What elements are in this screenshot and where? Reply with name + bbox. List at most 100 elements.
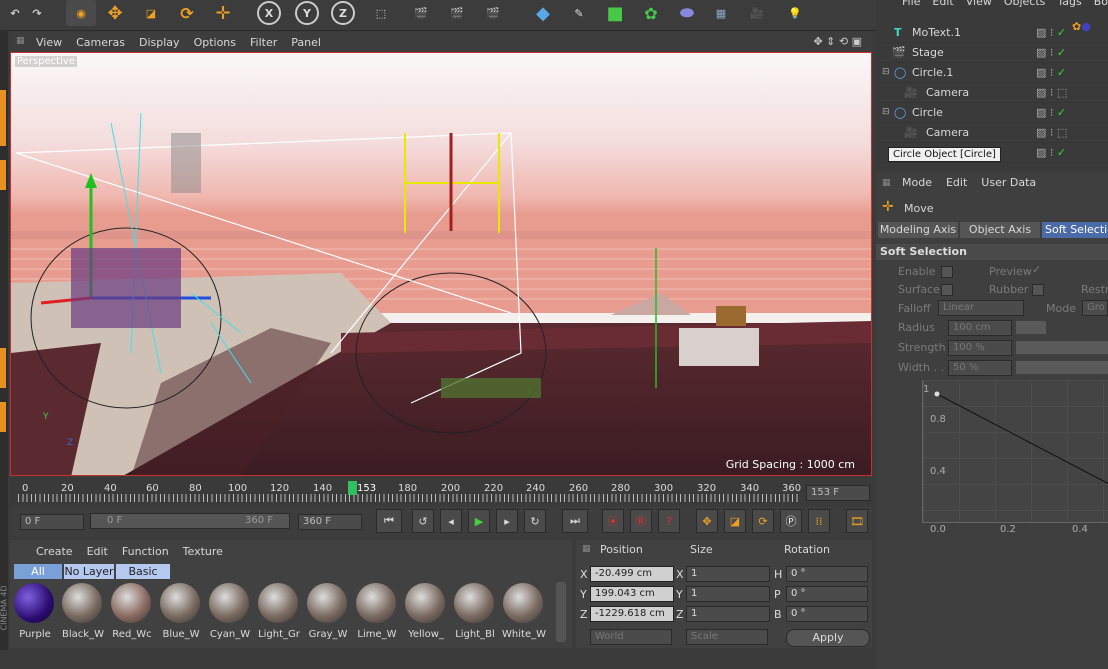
falloff-dropdown[interactable]: Linear [938, 300, 1024, 316]
object-menu-bookmarks[interactable]: Bo [1094, 0, 1108, 9]
key-position-icon[interactable]: ✥ [696, 509, 718, 533]
preview-checkbox[interactable]: ✓ [1032, 263, 1041, 276]
key-scale-icon[interactable]: ◪ [724, 509, 746, 533]
material-menu-texture[interactable]: Texture [183, 545, 223, 558]
visibility-dots[interactable]: ▨ ⁝ ⬚ [1036, 126, 1067, 139]
y-axis-lock[interactable]: Y [292, 0, 322, 26]
redo-icon[interactable]: ↷ [22, 0, 52, 26]
viewport-menu-options[interactable]: Options [194, 36, 236, 49]
spline-pen-icon[interactable]: ✎ [564, 0, 594, 26]
x-axis-lock[interactable]: X [254, 0, 284, 26]
radius-field[interactable]: 100 cm [948, 320, 1012, 336]
size-x-field[interactable]: 1 [686, 566, 770, 582]
viewport-3d[interactable]: Y Z Perspective Grid Spacing : 1000 cm [10, 52, 872, 476]
viewport-menu-display[interactable]: Display [139, 36, 180, 49]
visibility-dots[interactable]: ▨ ⁝ ✓ [1036, 146, 1066, 159]
render-settings-icon[interactable]: 🎬 [478, 0, 508, 26]
filter-tab-basic[interactable]: Basic [116, 564, 170, 579]
subdivision-icon[interactable]: ■ [600, 0, 630, 26]
material-swatch[interactable]: Light_Bl [452, 583, 496, 641]
material-swatch[interactable]: Lime_W [354, 583, 398, 641]
visibility-dots[interactable]: ▨ ⁝ ✓ [1036, 46, 1066, 59]
render-view-icon[interactable]: 🎬 [406, 0, 436, 26]
object-row[interactable]: 🎬 Stage ▨ ⁝ ✓ [880, 42, 1108, 63]
object-row[interactable]: 🎥 Camera ▨ ⁝ ⬚ [880, 82, 1108, 103]
key-rotation-icon[interactable]: ⟳ [752, 509, 774, 533]
visibility-dots[interactable]: ▨ ⁝ ✓ [1036, 26, 1066, 39]
object-menu-tags[interactable]: Tags [1057, 0, 1081, 9]
visibility-dots[interactable]: ▨ ⁝ ✓ [1036, 106, 1066, 119]
filter-tab-all[interactable]: All [14, 564, 62, 579]
material-menu-create[interactable]: Create [36, 545, 73, 558]
play-icon[interactable]: ▶ [468, 509, 490, 533]
rot-b-field[interactable]: 0 ° [786, 606, 868, 622]
move-tool-icon[interactable]: ✥ [100, 0, 130, 26]
pos-z-field[interactable]: -1229.618 cm [590, 606, 674, 622]
object-row[interactable]: ⊟ ◯ Circle.1 ▨ ⁝ ✓ [880, 62, 1108, 83]
prev-frame-icon[interactable]: ◂ [440, 509, 462, 533]
coordinate-mode-dropdown[interactable]: Scale [686, 629, 768, 645]
palette-tab[interactable] [0, 90, 6, 146]
surface-checkbox[interactable] [941, 284, 953, 296]
palette-tab[interactable] [0, 348, 6, 388]
visibility-dots[interactable]: ▨ ⁝ ⬚ [1036, 86, 1067, 99]
viewport-menu-cameras[interactable]: Cameras [76, 36, 125, 49]
prev-key-icon[interactable]: ↺ [412, 509, 434, 533]
next-frame-icon[interactable]: ▸ [496, 509, 518, 533]
mode-dropdown[interactable]: Gro [1082, 300, 1108, 316]
rot-p-field[interactable]: 0 ° [786, 586, 868, 602]
camera-icon[interactable]: 🎥 [742, 0, 772, 26]
viewport-menu-filter[interactable]: Filter [250, 36, 277, 49]
viewport-menu-view[interactable]: View [36, 36, 62, 49]
viewport-menu-panel[interactable]: Panel [291, 36, 321, 49]
timeline-track[interactable] [18, 494, 800, 502]
material-swatch[interactable]: Red_Wc [109, 583, 153, 641]
falloff-graph[interactable] [922, 380, 1108, 523]
material-swatch[interactable]: Light_Gr [256, 583, 300, 641]
current-frame-field[interactable]: 153 F [806, 485, 870, 501]
rotate-tool-icon[interactable]: ⟳ [172, 0, 202, 26]
width-field[interactable]: 50 % [948, 360, 1012, 376]
object-menu-file[interactable]: File [902, 0, 920, 9]
render-picture-viewer-icon[interactable]: 🎬 [442, 0, 472, 26]
object-menu-edit[interactable]: Edit [932, 0, 953, 9]
tab-object-axis[interactable]: Object Axis [960, 222, 1040, 238]
deformer-icon[interactable]: ⬬ [672, 0, 702, 26]
keyframe-selection-icon[interactable]: ? [658, 509, 680, 533]
material-menu-function[interactable]: Function [122, 545, 169, 558]
material-swatch[interactable]: Blue_W [158, 583, 202, 641]
palette-tab[interactable] [0, 160, 6, 190]
radius-slider[interactable] [1016, 321, 1046, 334]
visibility-dots[interactable]: ▨ ⁝ ✓ [1036, 66, 1066, 79]
autokey-icon[interactable]: Ⓡ [630, 509, 652, 533]
object-row[interactable]: 🎥 Camera ▨ ⁝ ⬚ [880, 122, 1108, 143]
tab-modeling-axis[interactable]: Modeling Axis [878, 222, 958, 238]
strength-field[interactable]: 100 % [948, 340, 1012, 356]
light-icon[interactable]: 💡 [780, 0, 810, 26]
attribute-menu-mode[interactable]: Mode [902, 176, 932, 192]
object-tag-icons[interactable]: ✿● [1072, 20, 1091, 33]
expand-icon[interactable]: ⊟ [882, 107, 890, 117]
rot-h-field[interactable]: 0 ° [786, 566, 868, 582]
timeline-window-icon[interactable]: 🎞 [846, 509, 868, 533]
attribute-menu-edit[interactable]: Edit [946, 176, 967, 192]
size-z-field[interactable]: 1 [686, 606, 770, 622]
goto-start-icon[interactable]: ⏮ [376, 509, 402, 533]
cube-icon[interactable]: ◆ [528, 0, 558, 26]
live-select-icon[interactable]: ✛ [208, 0, 238, 26]
material-swatch[interactable]: Cyan_W [207, 583, 251, 641]
apply-button[interactable]: Apply [786, 629, 870, 647]
key-param-icon[interactable]: Ⓟ [780, 509, 802, 533]
material-swatch[interactable]: Gray_W [305, 583, 349, 641]
palette-tab[interactable] [0, 402, 6, 432]
width-slider[interactable] [1016, 361, 1108, 374]
min-time-field[interactable]: 0 F [20, 514, 84, 530]
coordinate-system-icon[interactable]: ⬚ [366, 0, 396, 26]
viewport-nav-icons[interactable]: ✥ ⇕ ⟲ ▣ [813, 35, 862, 48]
strength-slider[interactable] [1016, 341, 1108, 354]
material-menu-edit[interactable]: Edit [87, 545, 108, 558]
material-swatch[interactable]: Yellow_ [403, 583, 447, 641]
scale-tool-icon[interactable]: ◪ [136, 0, 166, 26]
range-slider[interactable]: 0 F 360 F [90, 513, 290, 529]
material-swatch[interactable]: Black_W [60, 583, 104, 641]
